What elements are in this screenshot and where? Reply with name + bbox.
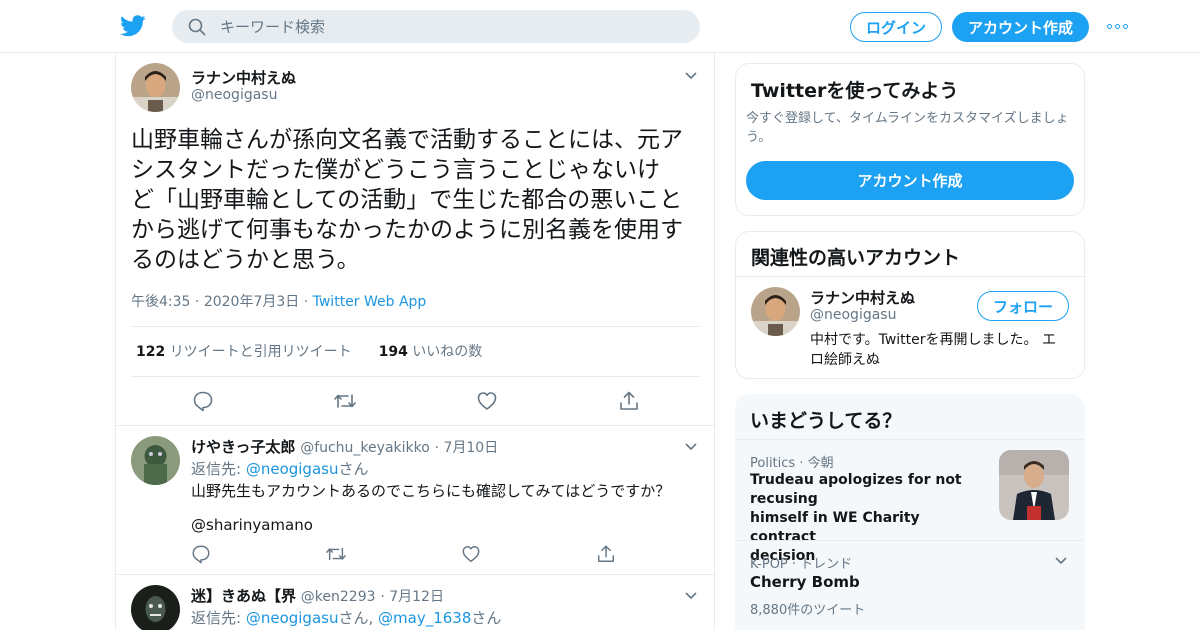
like-icon[interactable] bbox=[476, 390, 498, 412]
reply-to-mention[interactable]: @neogigasu bbox=[246, 460, 339, 478]
tweet-column: ラナン中村えぬ @neogigasu 山野車輪さんが孫向文名義で活動することには… bbox=[115, 53, 715, 630]
avatar-photo-icon bbox=[751, 287, 800, 336]
reply-header: けやきっ子太郎 @fuchu_keyakikko · 7月10日 bbox=[191, 438, 499, 456]
trends-title: いまどうしてる？ bbox=[750, 410, 902, 432]
reply-text: 山野先生もアカウントあるのでこちらにも確認してみてはどうですか？ bbox=[191, 482, 671, 500]
related-account-handle[interactable]: @neogigasu bbox=[810, 307, 896, 323]
tweet-author-name[interactable]: ラナン中村えぬ bbox=[191, 67, 296, 88]
follow-button[interactable]: フォロー bbox=[977, 291, 1069, 321]
search-input[interactable] bbox=[220, 17, 660, 36]
share-icon[interactable] bbox=[618, 390, 640, 412]
more-menu-icon[interactable] bbox=[1107, 22, 1131, 30]
avatar[interactable] bbox=[131, 585, 180, 630]
like-icon[interactable] bbox=[461, 544, 481, 564]
trend-thumbnail[interactable] bbox=[999, 450, 1069, 520]
login-button[interactable]: ログイン bbox=[850, 12, 942, 42]
chevron-down-icon[interactable] bbox=[685, 72, 697, 80]
twitter-logo-icon[interactable] bbox=[120, 14, 146, 38]
retweet-stat[interactable]: 122 リツイートと引用リツイート bbox=[136, 344, 352, 360]
chevron-down-icon[interactable] bbox=[685, 443, 697, 451]
avatar[interactable] bbox=[131, 63, 180, 112]
signup-button[interactable]: アカウント作成 bbox=[952, 12, 1089, 42]
related-accounts-title: 関連性の高いアカウント bbox=[751, 247, 961, 269]
tweet-meta: 午後4:35 · 2020年7月3日 · Twitter Web App bbox=[131, 294, 427, 310]
reply-date[interactable]: 7月10日 bbox=[443, 440, 498, 456]
reply-date[interactable]: 7月12日 bbox=[389, 589, 444, 605]
tweet-source[interactable]: Twitter Web App bbox=[313, 294, 427, 310]
chevron-down-icon[interactable] bbox=[1055, 557, 1067, 565]
trends-card: いまどうしてる？ Politics · 今朝 Trudeau apologize… bbox=[735, 394, 1085, 630]
tweet-text-line: るのはどうかと思う。 bbox=[131, 247, 360, 273]
reply-tweet[interactable]: けやきっ子太郎 @fuchu_keyakikko · 7月10日 返信先: @n… bbox=[116, 426, 714, 574]
reply-to-line: 返信先: @neogigasuさん, @may_1638さん bbox=[191, 609, 502, 627]
chevron-down-icon[interactable] bbox=[685, 592, 697, 600]
reply-tweet[interactable]: 迷】きあぬ【界 @ken2293 · 7月12日 返信先: @neogigasu… bbox=[116, 575, 714, 630]
avatar[interactable] bbox=[131, 436, 180, 485]
tweet-text-line: から逃げて何事もなかったかのように別名義を使用す bbox=[131, 217, 683, 243]
trend-meta: K-POP · トレンド bbox=[750, 557, 853, 572]
reply-to-mention[interactable]: @may_1638 bbox=[378, 609, 471, 627]
avatar-photo-icon bbox=[131, 63, 180, 112]
tweet-time[interactable]: 午後4:35 bbox=[131, 294, 190, 310]
signup-card-description: 今すぐ登録して、タイムラインをカスタマイズしましょ う。 bbox=[746, 111, 1069, 145]
top-bar: ログイン アカウント作成 bbox=[0, 0, 1200, 53]
avatar[interactable] bbox=[751, 287, 800, 336]
trend-tweet-count: 8,880件のツイート bbox=[750, 603, 866, 618]
reply-header: 迷】きあぬ【界 @ken2293 · 7月12日 bbox=[191, 587, 444, 605]
retweet-icon[interactable] bbox=[325, 544, 347, 564]
related-account-bio: 中村です。Twitterを再開しました。 エ ロ絵師えぬ bbox=[810, 332, 1056, 368]
avatar-photo-icon bbox=[131, 585, 180, 630]
reply-icon[interactable] bbox=[192, 390, 214, 412]
tweet-stats: 122 リツイートと引用リツイート 194 いいねの数 bbox=[136, 341, 482, 361]
trend-item[interactable]: Politics · 今朝 Trudeau apologizes for not… bbox=[735, 439, 1085, 564]
trend-item[interactable]: K-POP · トレンド Cherry Bomb 8,880件のツイート bbox=[735, 540, 1085, 630]
tweet-date[interactable]: 2020年7月3日 bbox=[204, 294, 299, 310]
search-icon bbox=[188, 18, 206, 35]
tweet-text: 山野車輪さんが孫向文名義で活動することには、元ア シスタントだった僕がどうこう言… bbox=[131, 125, 706, 275]
trend-meta: Politics · 今朝 bbox=[750, 456, 834, 471]
related-accounts-card: 関連性の高いアカウント ラナン中村えぬ @neogigasu フォロー 中村です… bbox=[735, 231, 1085, 379]
tweet-text-line: 山野車輪さんが孫向文名義で活動することには、元ア bbox=[131, 127, 683, 153]
reply-author-handle[interactable]: @fuchu_keyakikko bbox=[300, 440, 430, 456]
signup-card-title: Twitterを使ってみよう bbox=[751, 80, 959, 102]
reply-icon[interactable] bbox=[191, 544, 211, 564]
news-photo-icon bbox=[999, 450, 1069, 520]
trend-topic: Cherry Bomb bbox=[750, 573, 860, 591]
avatar-photo-icon bbox=[131, 436, 180, 485]
search-bar[interactable] bbox=[172, 10, 700, 43]
share-icon[interactable] bbox=[596, 544, 616, 564]
divider bbox=[131, 326, 700, 327]
tweet-text-line: ど「山野車輪としての活動」で生じた都合の悪いこと bbox=[131, 187, 683, 213]
signup-card: Twitterを使ってみよう 今すぐ登録して、タイムラインをカスタマイズしましょ… bbox=[735, 63, 1085, 216]
reply-author-handle[interactable]: @ken2293 bbox=[301, 589, 376, 605]
reply-mention-link[interactable]: @sharinyamano bbox=[191, 516, 313, 534]
reply-author-name[interactable]: けやきっ子太郎 bbox=[191, 438, 295, 456]
tweet-text-line: シスタントだった僕がどうこう言うことじゃないけ bbox=[131, 157, 660, 183]
divider bbox=[736, 276, 1084, 277]
reply-author-name[interactable]: 迷】きあぬ【界 bbox=[191, 587, 296, 605]
like-stat[interactable]: 194 いいねの数 bbox=[379, 344, 483, 360]
divider bbox=[131, 376, 700, 377]
retweet-icon[interactable] bbox=[333, 390, 357, 412]
reply-to-line: 返信先: @neogigasuさん bbox=[191, 460, 369, 478]
reply-to-mention[interactable]: @neogigasu bbox=[246, 609, 339, 627]
tweet-author-handle[interactable]: @neogigasu bbox=[191, 87, 277, 103]
related-account-name[interactable]: ラナン中村えぬ bbox=[810, 287, 915, 308]
sidebar-signup-button[interactable]: アカウント作成 bbox=[746, 161, 1074, 200]
